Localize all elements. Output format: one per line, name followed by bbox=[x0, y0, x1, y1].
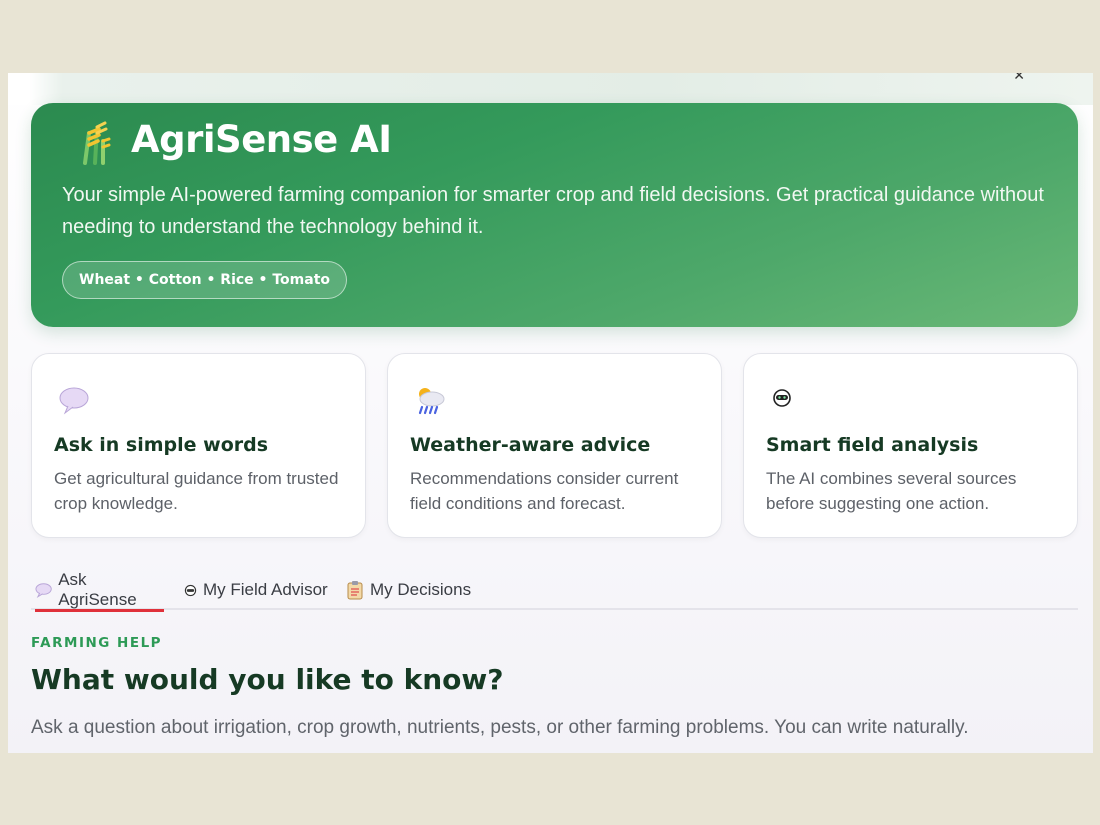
hero-banner: AgriSense AI Your simple AI-powered farm… bbox=[31, 103, 1078, 327]
feature-card-weather: Weather-aware advice Recommendations con… bbox=[387, 353, 722, 538]
tab-my-decisions[interactable]: My Decisions bbox=[346, 570, 471, 610]
tab-bar: Ask AgriSense My Field Advisor My Decisi… bbox=[31, 570, 1078, 612]
feature-title: Ask in simple words bbox=[54, 434, 269, 456]
tab-label: Ask AgriSense bbox=[58, 570, 137, 609]
tab-label: My Decisions bbox=[370, 580, 472, 599]
tab-my-field-advisor[interactable]: My Field Advisor bbox=[184, 570, 328, 610]
feature-text: The AI combines several sources before s… bbox=[766, 469, 1017, 513]
clipboard-icon bbox=[347, 581, 363, 600]
robot-icon bbox=[773, 389, 791, 407]
feature-title: Weather-aware advice bbox=[410, 434, 651, 456]
app-description: Your simple AI-powered farming companion… bbox=[62, 184, 1044, 238]
wheat-logo-icon bbox=[83, 121, 111, 165]
tab-ask-agrisense[interactable]: Ask AgriSense bbox=[35, 570, 164, 612]
feature-card-analysis: Smart field analysis The AI combines sev… bbox=[743, 353, 1078, 538]
feature-card-ask: Ask in simple words Get agricultural gui… bbox=[31, 353, 366, 538]
app-title: AgriSense AI bbox=[131, 118, 392, 161]
feature-title: Smart field analysis bbox=[766, 434, 979, 456]
app-window: ✕ AgriSense AI Your simple AI-powered fa… bbox=[8, 73, 1093, 753]
section-title: What would you like to know? bbox=[31, 663, 504, 696]
close-icon[interactable]: ✕ bbox=[1013, 73, 1025, 84]
crops-badge: Wheat • Cotton • Rice • Tomato bbox=[62, 261, 348, 299]
top-strip bbox=[8, 73, 1093, 105]
speech-bubble-icon bbox=[59, 387, 89, 415]
speech-bubble-icon bbox=[35, 583, 52, 598]
weather-icon bbox=[418, 388, 445, 415]
tab-label: My Field Advisor bbox=[203, 580, 328, 599]
section-eyebrow: FARMING HELP bbox=[31, 635, 163, 651]
feature-text: Recommendations consider current field c… bbox=[410, 469, 679, 513]
section-description: Ask a question about irrigation, crop gr… bbox=[31, 717, 969, 738]
robot-icon bbox=[184, 584, 197, 596]
feature-text: Get agricultural guidance from trusted c… bbox=[54, 469, 339, 513]
